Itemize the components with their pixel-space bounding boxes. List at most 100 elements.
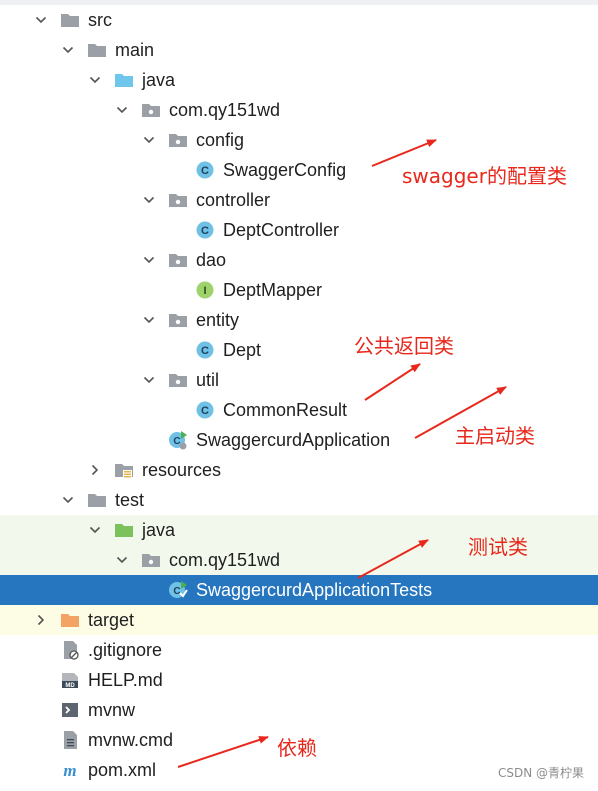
java-interface-icon: I <box>195 280 215 300</box>
java-class-icon: C <box>195 340 215 360</box>
folder-icon <box>60 10 80 30</box>
tree-item-label: dao <box>196 250 227 270</box>
svg-text:C: C <box>201 345 209 357</box>
tree-item-label: java <box>142 520 176 540</box>
tree-item-label: HELP.md <box>88 670 163 690</box>
markdown-file-icon: MD <box>60 670 80 690</box>
package-icon <box>141 550 161 570</box>
tree-item-swaggercurdapplicationtests-selected[interactable]: C SwaggercurdApplicationTests <box>0 575 598 605</box>
chevron-down-icon[interactable] <box>61 43 75 57</box>
tree-item-label: src <box>88 10 112 30</box>
chevron-down-icon[interactable] <box>142 193 156 207</box>
tree-item-label: mvnw <box>88 700 136 720</box>
java-class-icon: C <box>195 160 215 180</box>
folder-icon <box>87 490 107 510</box>
java-class-icon: C <box>195 220 215 240</box>
tree-item-label: pom.xml <box>88 760 157 780</box>
tree-item-resources[interactable]: resources <box>0 455 598 485</box>
chevron-right-icon[interactable] <box>88 463 102 477</box>
tree-item-label: SwaggercurdApplication <box>196 430 391 450</box>
package-icon <box>141 100 161 120</box>
svg-text:C: C <box>173 436 180 447</box>
svg-text:C: C <box>201 405 209 417</box>
tree-item-main[interactable]: main <box>0 35 598 65</box>
tree-item-label: Dept <box>223 340 262 360</box>
annotation-swagger-config: swagger的配置类 <box>402 164 567 188</box>
spring-boot-test-class-icon: C <box>168 580 188 600</box>
annotation-main-class: 主启动类 <box>455 424 535 448</box>
package-icon <box>168 190 188 210</box>
gitignore-file-icon <box>60 640 80 660</box>
maven-file-icon: m <box>60 760 80 780</box>
test-folder-icon <box>114 520 134 540</box>
svg-text:C: C <box>173 586 180 597</box>
annotation-common-result: 公共返回类 <box>354 334 454 358</box>
java-class-icon: C <box>195 400 215 420</box>
tree-item-label: util <box>196 370 220 390</box>
spring-boot-class-icon: C <box>168 430 188 450</box>
svg-text:MD: MD <box>65 683 75 689</box>
svg-text:I: I <box>203 285 206 297</box>
tree-item-dao[interactable]: dao <box>0 245 598 275</box>
tree-item-label: DeptController <box>223 220 340 240</box>
tree-item-label: com.qy151wd <box>169 550 281 570</box>
package-icon <box>168 310 188 330</box>
source-folder-icon <box>114 70 134 90</box>
chevron-down-icon[interactable] <box>88 523 102 537</box>
svg-text:C: C <box>201 225 209 237</box>
tree-item-mvnw[interactable]: mvnw <box>0 695 598 725</box>
excluded-folder-icon <box>60 610 80 630</box>
package-icon <box>168 250 188 270</box>
tree-item-label: mvnw.cmd <box>88 730 174 750</box>
package-icon <box>168 130 188 150</box>
tree-item-com-qy151wd[interactable]: com.qy151wd <box>0 95 598 125</box>
text-file-icon <box>60 730 80 750</box>
chevron-right-icon[interactable] <box>34 613 48 627</box>
package-icon <box>168 370 188 390</box>
tree-item-dept[interactable]: C Dept <box>0 335 598 365</box>
tree-item-gitignore[interactable]: .gitignore <box>0 635 598 665</box>
chevron-down-icon[interactable] <box>88 73 102 87</box>
tree-item-controller[interactable]: controller <box>0 185 598 215</box>
tree-item-label: java <box>142 70 176 90</box>
tree-item-config[interactable]: config <box>0 125 598 155</box>
watermark: CSDN @青柠果 <box>497 766 584 780</box>
tree-item-label: resources <box>142 460 222 480</box>
tree-item-test[interactable]: test <box>0 485 598 515</box>
resources-folder-icon <box>114 460 134 480</box>
tree-item-label: .gitignore <box>88 640 163 660</box>
tree-item-label: entity <box>196 310 240 330</box>
tree-item-label: SwaggerConfig <box>223 160 347 180</box>
tree-item-label: test <box>115 490 145 510</box>
tree-item-entity[interactable]: entity <box>0 305 598 335</box>
tree-item-target[interactable]: target <box>0 605 598 635</box>
tree-item-label: config <box>196 130 245 150</box>
folder-icon <box>87 40 107 60</box>
tree-item-help-md[interactable]: MD HELP.md <box>0 665 598 695</box>
chevron-down-icon[interactable] <box>115 103 129 117</box>
chevron-down-icon[interactable] <box>61 493 75 507</box>
tree-item-label: DeptMapper <box>223 280 323 300</box>
shell-script-icon <box>60 700 80 720</box>
tree-item-label: com.qy151wd <box>169 100 281 120</box>
annotation-dependencies: 依赖 <box>277 736 317 760</box>
tree-item-src[interactable]: src <box>0 5 598 35</box>
tree-item-deptcontroller[interactable]: C DeptController <box>0 215 598 245</box>
chevron-down-icon[interactable] <box>142 253 156 267</box>
tree-item-label: CommonResult <box>223 400 348 420</box>
chevron-down-icon[interactable] <box>34 13 48 27</box>
tree-item-java[interactable]: java <box>0 65 598 95</box>
chevron-down-icon[interactable] <box>115 553 129 567</box>
svg-text:C: C <box>201 165 209 177</box>
tree-item-deptmapper[interactable]: I DeptMapper <box>0 275 598 305</box>
chevron-down-icon[interactable] <box>142 313 156 327</box>
chevron-down-icon[interactable] <box>142 373 156 387</box>
tree-item-label: SwaggercurdApplicationTests <box>196 580 433 600</box>
tree-item-label: target <box>88 610 135 630</box>
tree-item-util[interactable]: util <box>0 365 598 395</box>
tree-item-label: main <box>115 40 155 60</box>
annotation-test-class: 测试类 <box>468 535 528 559</box>
chevron-down-icon[interactable] <box>142 133 156 147</box>
svg-text:m: m <box>63 761 76 780</box>
tree-item-label: controller <box>196 190 271 210</box>
